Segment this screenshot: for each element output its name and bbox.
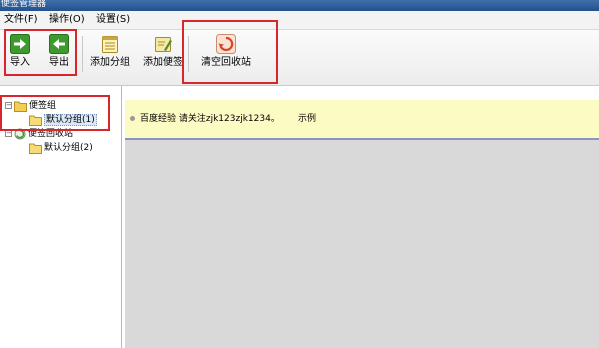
tree-highlight (0, 95, 110, 131)
window-title: 便签管理器 (1, 0, 47, 9)
menu-file[interactable]: 文件(F) (4, 14, 38, 26)
add-note-button[interactable]: 添加便签 (141, 30, 185, 78)
note-list-pane: 百度经验 请关注zjk123zjk1234。 示例 (122, 86, 599, 348)
title-bar: 便签管理器 (0, 0, 599, 11)
folder-icon (29, 143, 42, 154)
note-group: 示例 (298, 114, 317, 124)
tree-node-recycle-default[interactable]: 默认分组(2) (29, 141, 93, 155)
add-group-button[interactable]: 添加分组 (88, 30, 132, 78)
toolbar: 导入 导出 添加分组 添加便签 清空回收站 (0, 30, 599, 86)
notebook-icon (102, 36, 118, 53)
add-note-label: 添加便签 (143, 57, 183, 68)
menu-operate[interactable]: 操作(O) (49, 14, 85, 26)
note-pencil-icon (155, 37, 172, 52)
note-text: 百度经验 请关注zjk123zjk1234。 (140, 114, 280, 124)
empty-recycle-highlight (182, 20, 278, 84)
menu-bar: 文件(F) 操作(O) 设置(S) (0, 11, 599, 30)
toolbar-divider (82, 36, 83, 72)
tree-label-recycle-default: 默认分组(2) (44, 143, 93, 153)
menu-settings[interactable]: 设置(S) (96, 14, 130, 26)
note-item[interactable]: 百度经验 请关注zjk123zjk1234。 示例 (125, 100, 599, 140)
import-export-highlight (4, 29, 77, 76)
note-bullet-icon (130, 116, 135, 121)
collapse-icon[interactable]: − (5, 130, 12, 137)
add-group-label: 添加分组 (90, 57, 130, 68)
